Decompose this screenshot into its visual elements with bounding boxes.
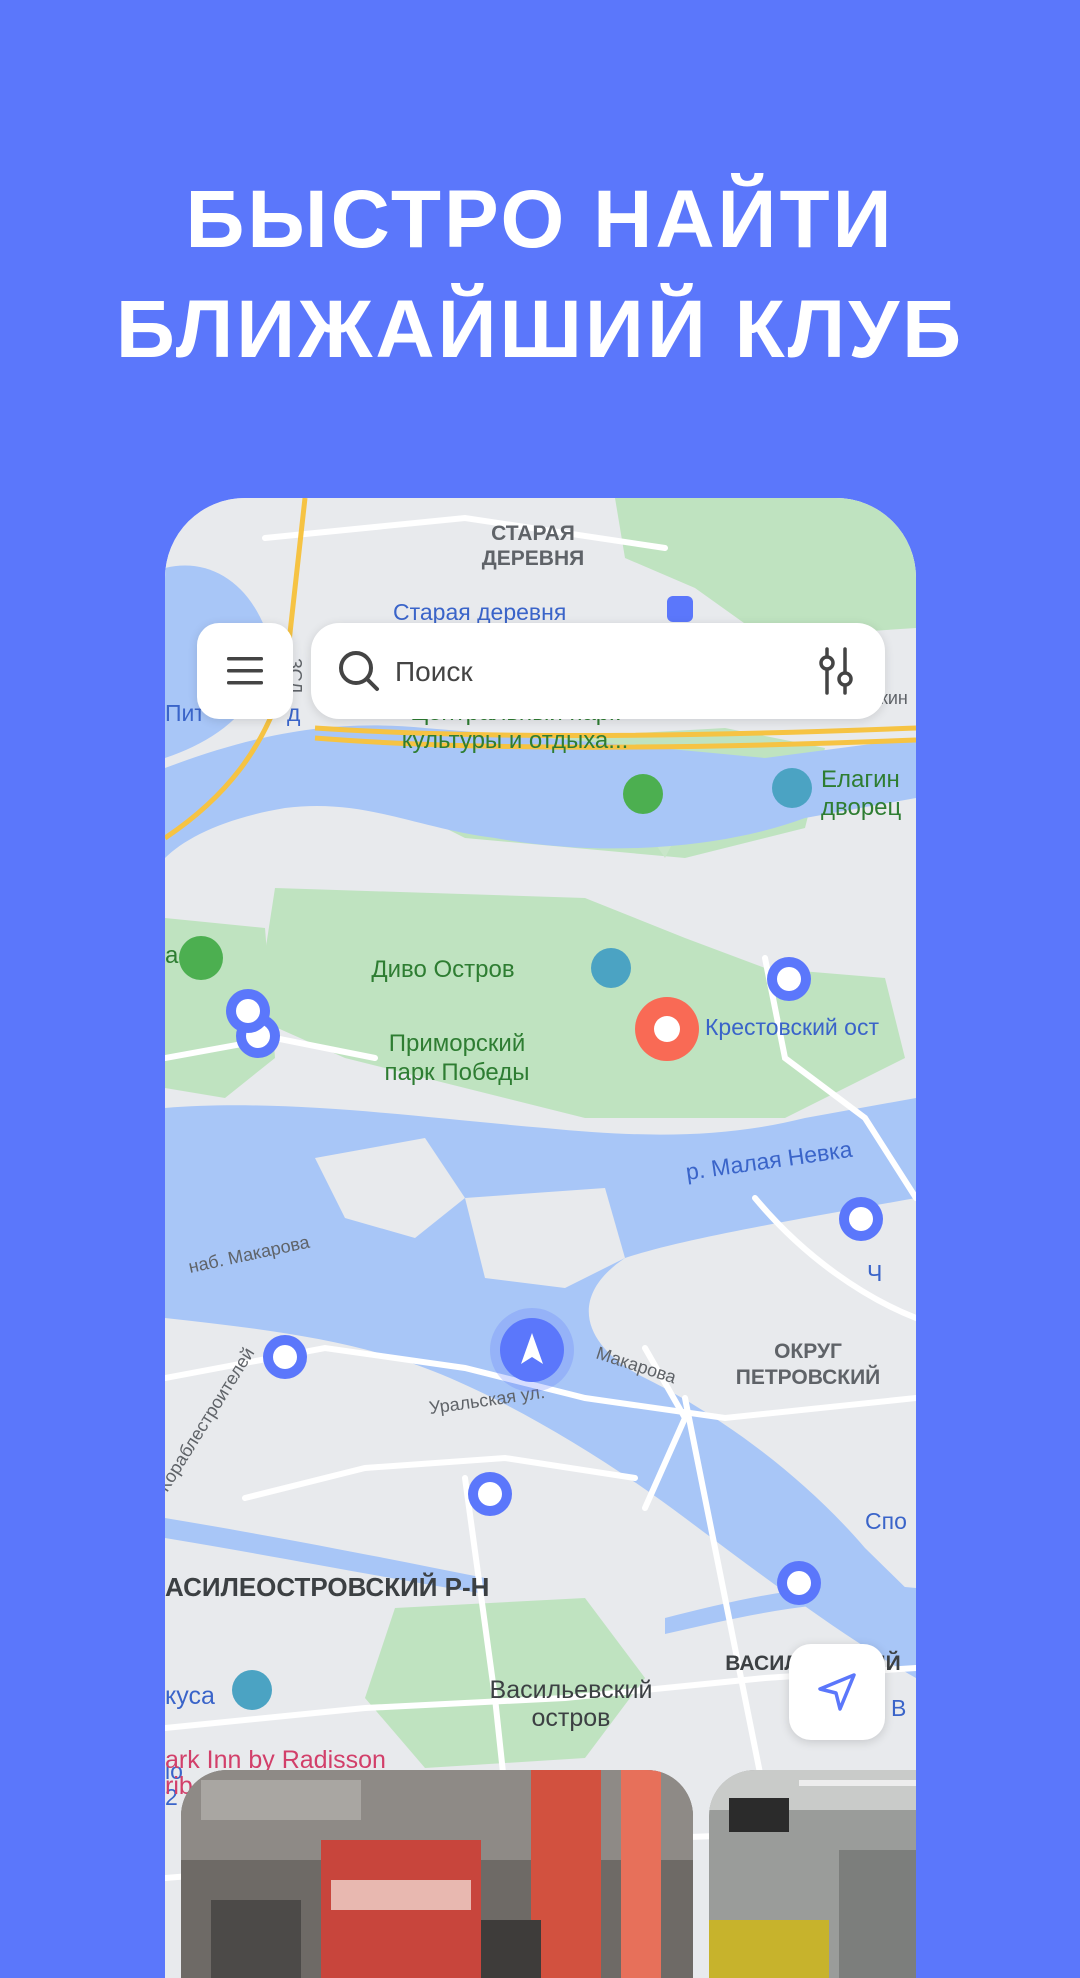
phone-screen: СТАРАЯ ДЕРЕВНЯ ОКРУГ ПЕТРОВСКИЙ АСИЛЕОСТ…: [165, 498, 916, 1978]
search-bar[interactable]: [311, 623, 885, 719]
hamburger-menu-icon: [227, 657, 263, 685]
map-label-metro: Старая деревня: [393, 599, 566, 625]
map-label-park: а: [165, 942, 179, 969]
club-card[interactable]: [181, 1770, 693, 1978]
club-marker[interactable]: [468, 1472, 512, 1516]
search-input[interactable]: [393, 645, 777, 699]
map-label-island: остров: [532, 1704, 611, 1732]
search-icon: [339, 651, 379, 691]
club-marker[interactable]: [839, 1197, 883, 1241]
map-label: Крестовский ост: [705, 1014, 879, 1040]
map-label: Спо: [865, 1508, 907, 1534]
map[interactable]: СТАРАЯ ДЕРЕВНЯ ОКРУГ ПЕТРОВСКИЙ АСИЛЕОСТ…: [165, 498, 916, 1978]
navigation-arrow-icon: [818, 1673, 856, 1711]
map-label-district: СТАРАЯ: [491, 522, 575, 545]
club-marker[interactable]: [767, 957, 811, 1001]
map-label: Ч: [867, 1260, 882, 1286]
club-marker[interactable]: [226, 989, 270, 1033]
club-photo: [709, 1770, 916, 1978]
map-label-park: культуры и отдыха...: [402, 727, 629, 754]
map-label-park: Приморский: [389, 1030, 526, 1057]
menu-button[interactable]: [197, 623, 293, 719]
map-label-park: парк Победы: [384, 1059, 529, 1086]
current-location-marker: [490, 1308, 574, 1392]
map-label-district: АСИЛЕОСТРОВСКИЙ Р-Н: [165, 1572, 489, 1602]
map-label: В: [891, 1695, 906, 1721]
map-label-island: Васильевский: [490, 1676, 653, 1704]
map-label-district: ДЕРЕВНЯ: [482, 547, 584, 570]
map-label-park: Елагин: [821, 766, 900, 793]
club-card[interactable]: [709, 1770, 916, 1978]
map-label-park: Диво Остров: [371, 956, 514, 983]
headline-line-2: БЛИЖАЙШИЙ КЛУБ: [115, 284, 965, 375]
my-location-button[interactable]: [789, 1644, 885, 1740]
club-photo: [181, 1770, 693, 1978]
map-label-park: дворец: [821, 794, 902, 821]
club-marker-selected[interactable]: [635, 997, 699, 1061]
club-marker[interactable]: [777, 1561, 821, 1605]
headline: БЫСТРО НАЙТИ БЛИЖАЙШИЙ КЛУБ: [0, 165, 1080, 385]
map-label-district: ОКРУГ: [774, 1340, 842, 1363]
filter-sliders-icon[interactable]: [811, 645, 861, 697]
club-marker[interactable]: [263, 1335, 307, 1379]
map-label-district: ПЕТРОВСКИЙ: [736, 1365, 881, 1389]
map-label-shop: куса: [165, 1682, 215, 1710]
headline-line-1: БЫСТРО НАЙТИ: [185, 174, 895, 265]
